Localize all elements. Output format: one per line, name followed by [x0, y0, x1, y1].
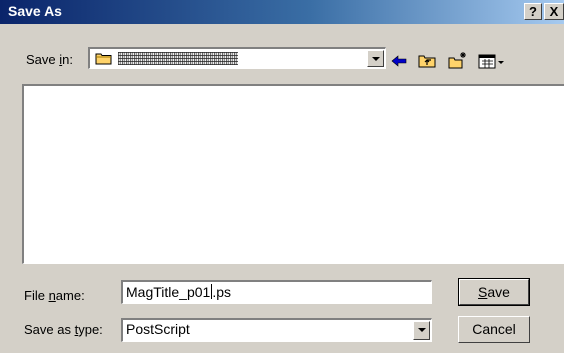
save-as-dialog: Save As ? X Save in: File name: MagTitle… [0, 0, 564, 353]
file-name-label-mnemonic: n [48, 288, 56, 303]
save-in-dropdown[interactable] [88, 47, 386, 69]
save-as-type-value: PostScript [126, 321, 190, 337]
save-as-type-dropdown-arrow[interactable] [413, 321, 430, 340]
window-title: Save As [8, 3, 62, 19]
save-as-type-label-post: ype: [78, 322, 103, 337]
up-folder-icon[interactable] [417, 51, 437, 71]
new-folder-icon[interactable] [447, 51, 467, 71]
save-as-type-label: Save as type: [24, 322, 103, 337]
save-as-type-dropdown[interactable]: PostScript [121, 318, 432, 342]
save-as-type-label-pre: Save as [24, 322, 75, 337]
save-button-label: ave [487, 284, 510, 300]
back-arrow-icon[interactable] [389, 51, 409, 71]
file-name-label: File name: [24, 288, 85, 303]
file-name-value-start: MagTitle_p01 [126, 284, 211, 300]
title-bar[interactable]: Save As ? X [0, 0, 564, 24]
help-button[interactable]: ? [524, 3, 542, 20]
save-in-label: Save in: [26, 52, 73, 67]
save-button-mnemonic: S [478, 284, 488, 300]
save-button[interactable]: Save [458, 278, 530, 306]
file-name-value-end: .ps [212, 284, 231, 300]
view-menu-icon[interactable] [477, 51, 507, 71]
save-in-label-post: n: [62, 52, 73, 67]
folder-icon [95, 53, 112, 65]
file-name-label-post: ame: [55, 288, 85, 303]
file-name-input[interactable]: MagTitle_p01 .ps [121, 280, 432, 304]
file-name-label-pre: File [24, 288, 49, 303]
save-in-label-pre: Save [26, 52, 60, 67]
close-button[interactable]: X [544, 3, 564, 20]
cancel-button[interactable]: Cancel [458, 316, 530, 343]
file-list[interactable] [22, 84, 564, 264]
save-in-dropdown-arrow[interactable] [367, 50, 384, 67]
save-in-obscured-path [118, 52, 238, 65]
